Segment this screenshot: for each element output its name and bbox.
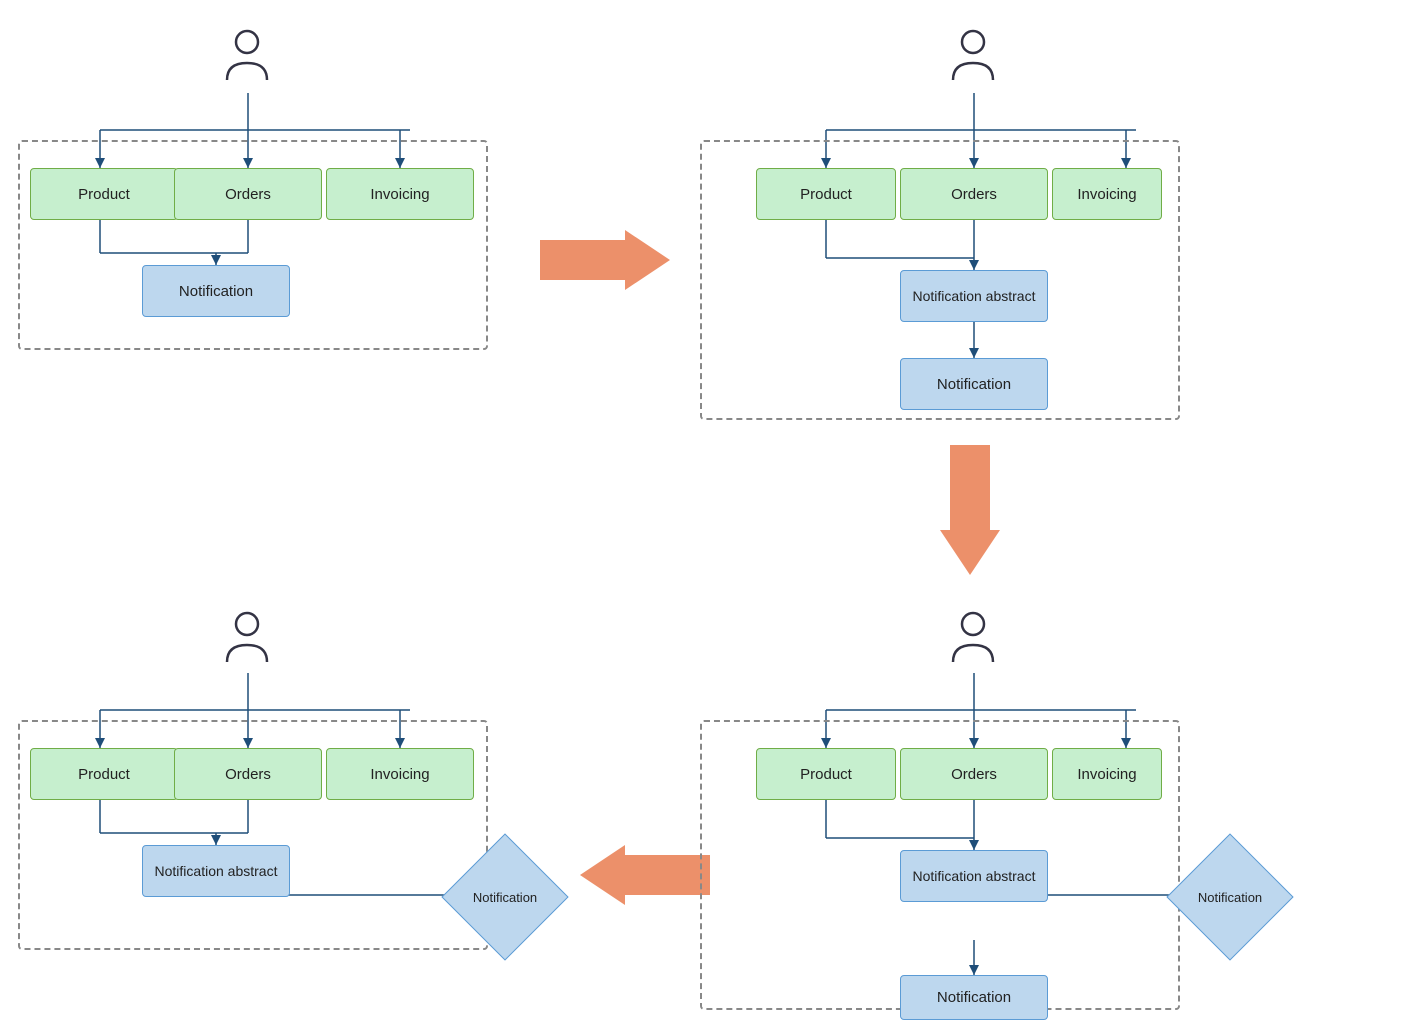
down-arrow-right xyxy=(940,445,1000,580)
canvas: Product Orders Invoicing Notification Pr… xyxy=(0,0,1402,1031)
notification-box-tr: Notification xyxy=(900,358,1048,410)
diamond-br: Notification xyxy=(1185,852,1275,942)
invoicing-box-br: Invoicing xyxy=(1052,748,1162,800)
diamond-bl: Notification xyxy=(460,852,550,942)
product-box-tr: Product xyxy=(756,168,896,220)
person-icon-top-right xyxy=(948,28,998,83)
person-icon-bot-right xyxy=(948,610,998,665)
person-icon-top-left xyxy=(222,28,272,83)
orders-box-bl: Orders xyxy=(174,748,322,800)
invoicing-box-bl: Invoicing xyxy=(326,748,474,800)
person-icon-bot-left xyxy=(222,610,272,665)
notification-box-tl: Notification xyxy=(142,265,290,317)
orders-box-tl: Orders xyxy=(174,168,322,220)
notif-abstract-box-br: Notification abstract xyxy=(900,850,1048,902)
notification-box-br: Notification xyxy=(900,975,1048,1020)
left-arrow-bottom xyxy=(580,845,710,910)
invoicing-box-tr: Invoicing xyxy=(1052,168,1162,220)
right-arrow-top xyxy=(540,230,670,295)
notif-abstract-box-tr: Notification abstract xyxy=(900,270,1048,322)
product-box-bl: Product xyxy=(30,748,178,800)
notif-abstract-box-bl: Notification abstract xyxy=(142,845,290,897)
orders-box-tr: Orders xyxy=(900,168,1048,220)
product-box-tl: Product xyxy=(30,168,178,220)
orders-box-br: Orders xyxy=(900,748,1048,800)
invoicing-box-tl: Invoicing xyxy=(326,168,474,220)
product-box-br: Product xyxy=(756,748,896,800)
